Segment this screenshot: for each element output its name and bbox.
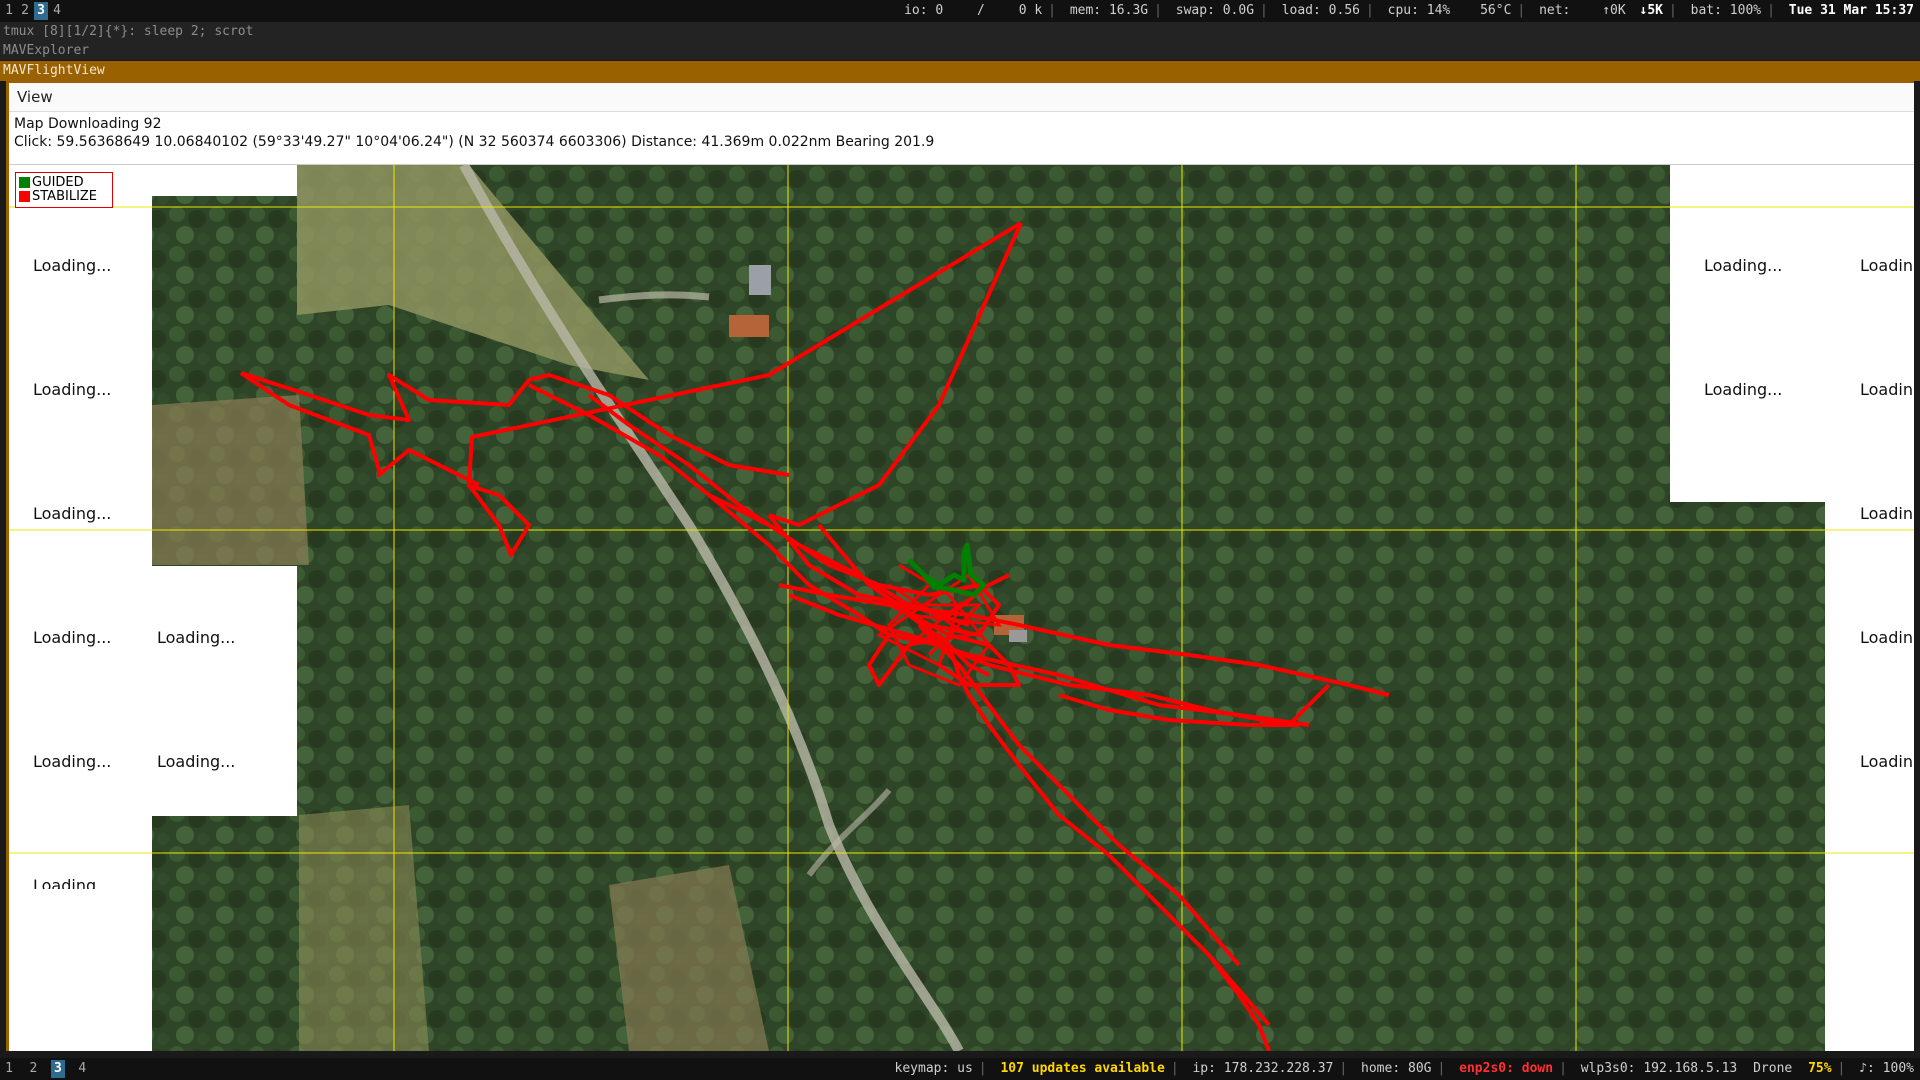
legend-swatch-stabilize: [19, 191, 30, 202]
tile-loading-label: Loading...: [33, 504, 112, 523]
tile-loading-label: Loadin: [1860, 256, 1913, 275]
tile-loading-label: Loading...: [33, 380, 112, 399]
workspace-1[interactable]: 1: [2, 2, 16, 20]
info-panel: Map Downloading 92 Click: 59.56368649 10…: [9, 112, 1914, 165]
tile-loading-label: Loadin: [1860, 628, 1913, 647]
tile-loading-label: Loading...: [33, 752, 112, 771]
legend-swatch-guided: [19, 177, 30, 188]
top-status-bar: 1 2 3 4 io: 0 / 0 k | mem: 16.3G | swap: 0…: [0, 0, 1920, 22]
cpu-stat: cpu: 14%: [1387, 3, 1451, 18]
legend-label-stabilize: STABILIZE: [32, 188, 98, 204]
mavflightview-window-title[interactable]: MAVFlightView: [0, 61, 1920, 81]
workspace-1[interactable]: 1: [2, 1060, 16, 1078]
workspace-2[interactable]: 2: [26, 1060, 40, 1078]
menu-bar: View: [9, 83, 1914, 112]
menu-view[interactable]: View: [9, 83, 61, 111]
updates-stat: 107 updates available: [1000, 1061, 1165, 1076]
net-up: ↑0K: [1602, 3, 1626, 18]
net-label: net:: [1539, 3, 1571, 18]
legend-item-guided: GUIDED: [16, 175, 112, 190]
home-disk-stat: home: 80G: [1361, 1061, 1432, 1076]
tile-loading-label: Loadin: [1860, 504, 1913, 523]
bottom-stats: keymap: us | 107 updates available | ip: 1…: [894, 1061, 1914, 1076]
flightview-window: View Map Downloading 92 Click: 59.563686…: [6, 81, 1914, 1051]
drone-battery: 75%: [1808, 1061, 1832, 1076]
mavexplorer-window-title[interactable]: MAVExplorer: [0, 41, 1920, 60]
satellite-imagery: [152, 165, 1914, 1051]
clock: Tue 31 Mar 15:37: [1788, 3, 1914, 18]
drone-label: Drone: [1753, 1061, 1793, 1076]
workspace-3[interactable]: 3: [34, 2, 48, 20]
system-stats: io: 0 / 0 k | mem: 16.3G | swap: 0.0G | loa…: [904, 3, 1914, 18]
tile-loading-label: Loadin: [1860, 752, 1913, 771]
volume-stat: ♪: 100%: [1859, 1061, 1914, 1076]
load-stat: load: 0.56: [1281, 3, 1360, 18]
net-down: ↓5K: [1639, 3, 1663, 18]
bottom-status-bar: 1 2 3 4 keymap: us | 107 updates availabl…: [0, 1058, 1920, 1080]
io-separator: /: [977, 3, 985, 18]
keymap-stat: keymap: us: [894, 1061, 973, 1076]
legend-item-stabilize: STABILIZE: [16, 189, 112, 204]
io-stat: io: 0: [904, 3, 944, 18]
workspace-2[interactable]: 2: [18, 2, 32, 20]
tile-loading-label: Loadin: [1860, 380, 1913, 399]
tile-loading-label: Loading...: [157, 752, 236, 771]
tmux-title: tmux [8][1/2]{*}: sleep 2; scrot: [0, 22, 1920, 41]
tile-loading-label: Loading...: [33, 256, 112, 275]
flight-mode-legend: GUIDED STABILIZE: [15, 172, 113, 208]
workspace-3[interactable]: 3: [50, 1060, 65, 1078]
battery-stat: bat: 100%: [1690, 3, 1762, 18]
tile-loading-label: Loading...: [1704, 256, 1783, 275]
map-canvas[interactable]: [9, 165, 1914, 1051]
swap-stat: swap: 0.0G: [1175, 3, 1255, 18]
tile-loading-label: Loading...: [33, 628, 112, 647]
workspace-4[interactable]: 4: [50, 2, 64, 20]
tile-loading-label: Loading: [33, 876, 97, 889]
ethernet-stat: enp2s0: down: [1459, 1061, 1554, 1076]
workspace-4[interactable]: 4: [75, 1060, 89, 1078]
map-download-status: Map Downloading 92: [14, 116, 162, 132]
temp-stat: 56°C: [1480, 3, 1512, 18]
mem-stat: mem: 16.3G: [1069, 3, 1149, 18]
map-view[interactable]: Loading... Loading... Loading... Loading…: [9, 165, 1914, 1051]
wifi-stat: wlp3s0: 192.168.5.13: [1580, 1061, 1738, 1076]
io-k-stat: 0 k: [1018, 3, 1043, 18]
ip-stat: ip: 178.232.228.37: [1192, 1061, 1334, 1076]
tile-loading-label: Loading...: [1704, 380, 1783, 399]
click-info: Click: 59.56368649 10.06840102 (59°33'49…: [14, 134, 935, 150]
legend-label-guided: GUIDED: [32, 174, 84, 190]
tile-loading-label: Loading...: [157, 628, 236, 647]
